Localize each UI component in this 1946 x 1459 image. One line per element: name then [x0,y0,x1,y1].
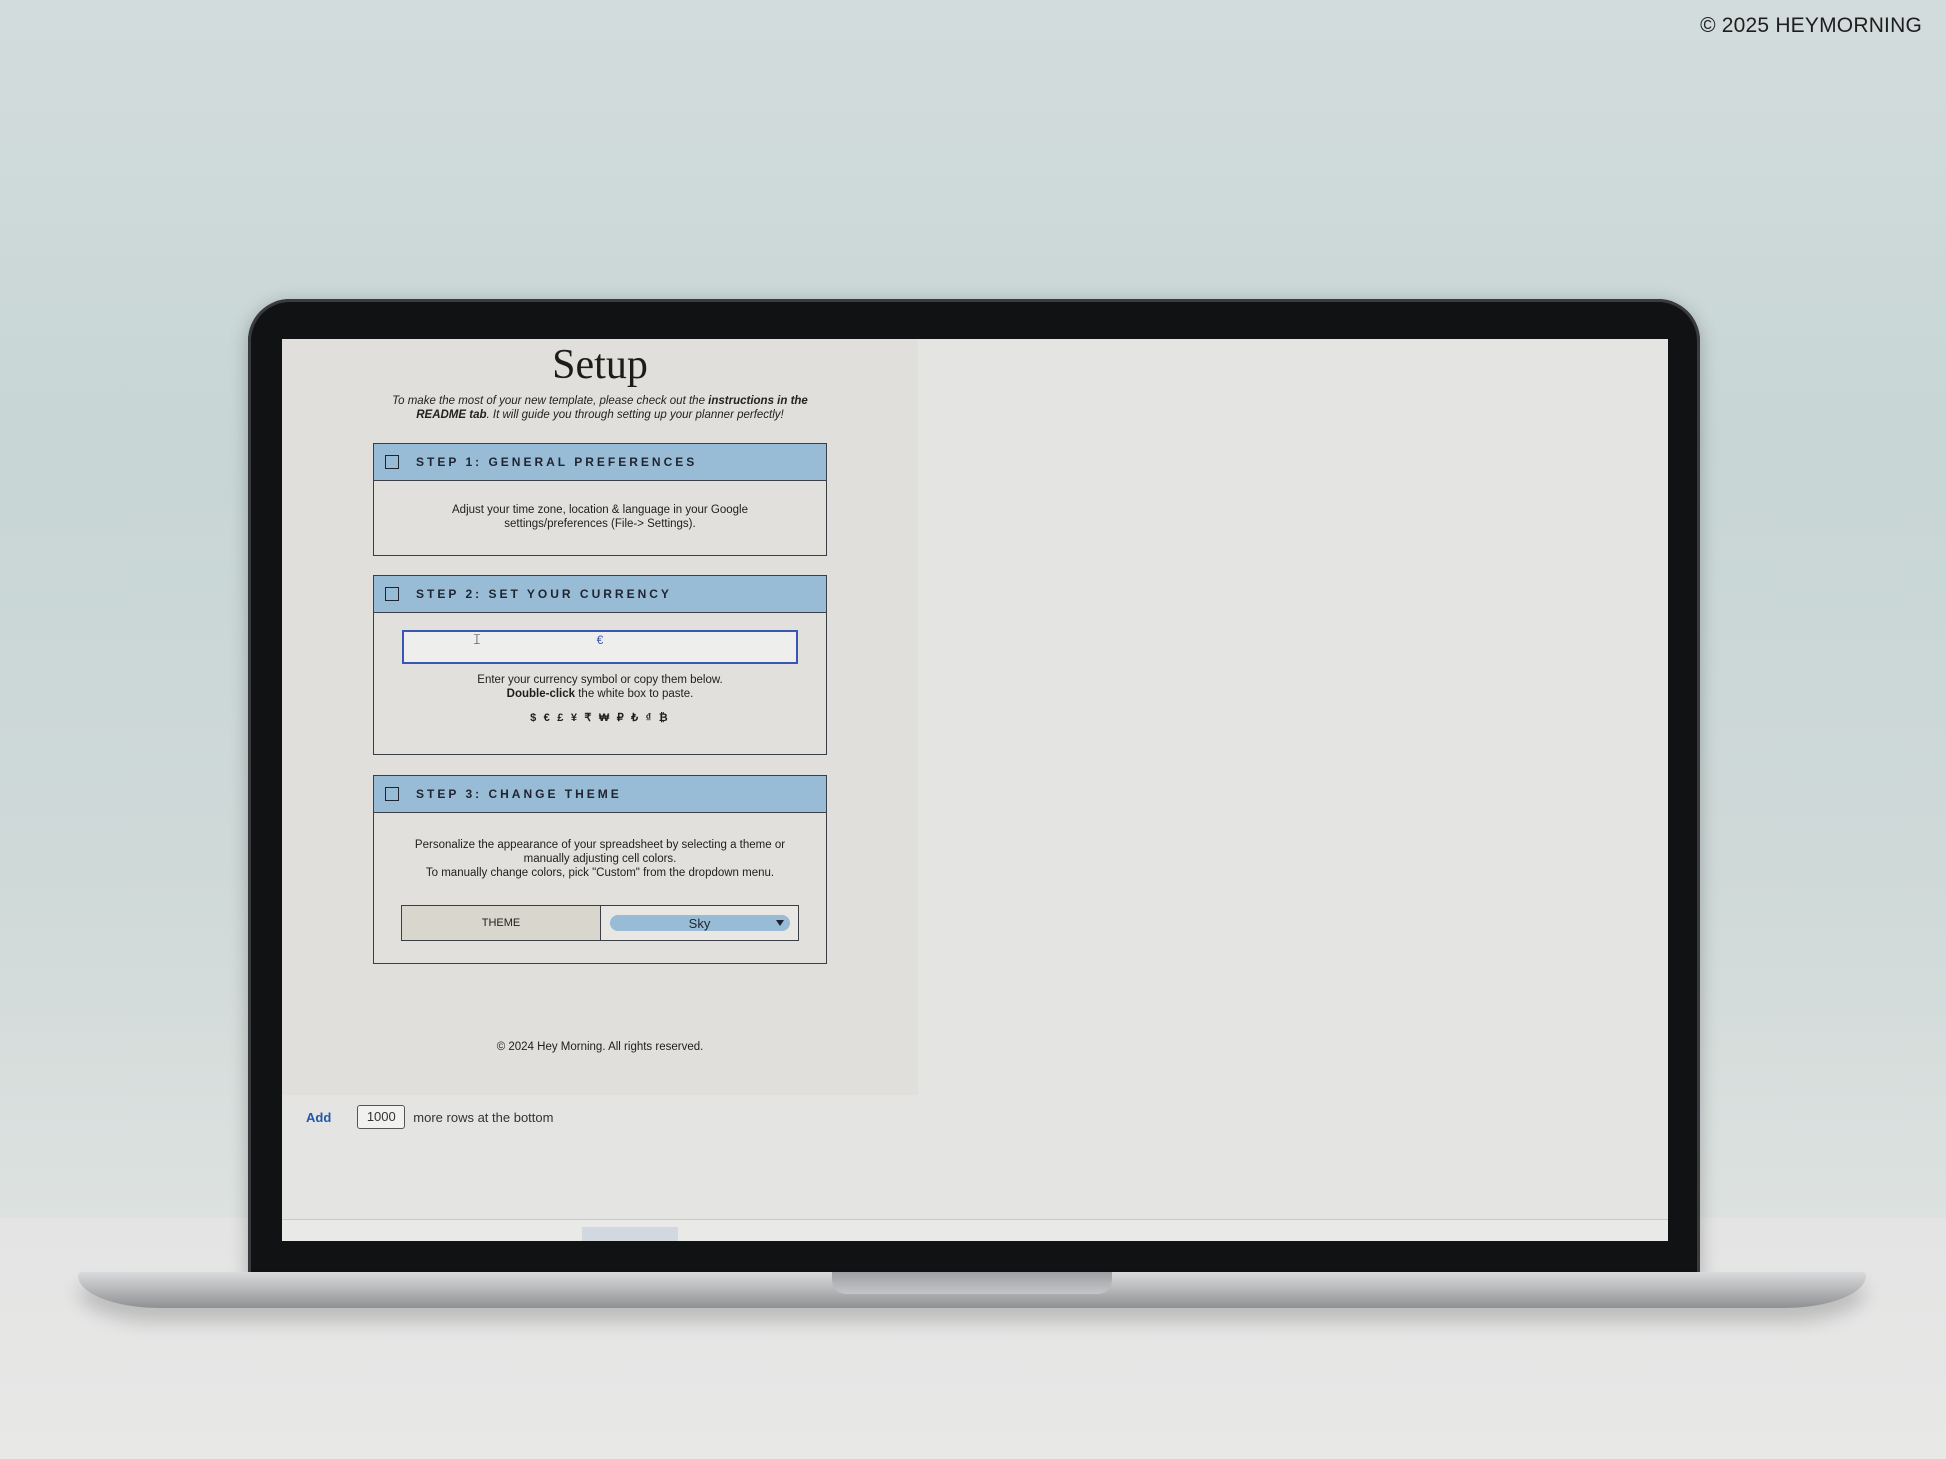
page-title: Setup [552,342,648,388]
theme-row: THEME Sky [401,905,799,941]
add-rows-button[interactable]: Add [306,1110,331,1125]
currency-symbols: $ € £ ¥ ₹ ₩ ₽ ₺ ₫ ₿ [530,712,670,724]
intro-prefix: To make the most of your new template, p… [392,395,709,407]
step3-text-line3: To manually change colors, pick "Custom"… [425,867,775,879]
sheet-copyright: © 2024 Hey Morning. All rights reserved. [496,1041,704,1053]
step1-text-line1: Adjust your time zone, location & langua… [452,504,748,516]
chevron-down-icon [775,920,784,926]
step-header: STEP 1: GENERAL PREFERENCES [374,444,826,481]
add-rows-suffix: more rows at the bottom [413,1109,554,1125]
currency-value: € [596,633,604,647]
step3-checkbox[interactable] [385,787,399,801]
step3-text-line2: manually adjusting cell colors. [523,853,677,865]
step-set-currency: STEP 2: SET YOUR CURRENCY 𝙸 € Enter your… [373,575,827,755]
sheet-tabs-bar [282,1219,1668,1241]
add-rows-bar: Add 1000 more rows at the bottom [306,1105,553,1129]
step2-text-rest: the white box to paste. [575,688,694,700]
step-header: STEP 3: CHANGE THEME [374,776,826,813]
step-body: Enter your currency symbol or copy them … [374,664,826,725]
step3-text-line1: Personalize the appearance of your sprea… [414,839,786,851]
step2-checkbox[interactable] [385,587,399,601]
theme-cell: Sky [601,906,798,940]
intro-text: To make the most of your new template, p… [372,394,828,422]
rows-count-input[interactable]: 1000 [357,1105,406,1129]
theme-value: Sky [688,915,711,931]
theme-label: THEME [402,906,601,940]
step-general-preferences: STEP 1: GENERAL PREFERENCES Adjust your … [373,443,827,556]
step-header: STEP 2: SET YOUR CURRENCY [374,576,826,613]
step1-text-line2: settings/preferences (File-> Settings). [504,518,696,530]
laptop-hinge [832,1272,1112,1294]
step-change-theme: STEP 3: CHANGE THEME Personalize the app… [373,775,827,964]
watermark: © 2025 HEYMORNING [1700,14,1922,37]
theme-dropdown[interactable]: Sky [609,915,790,931]
step2-bold: Double-click [506,688,576,700]
setup-panel: Setup To make the most of your new templ… [282,339,918,1095]
step-label: STEP 1: GENERAL PREFERENCES [416,455,698,469]
currency-input[interactable]: 𝙸 € [402,630,798,664]
sheet-tab[interactable] [582,1227,678,1241]
step-body: Personalize the appearance of your sprea… [374,813,826,880]
step1-checkbox[interactable] [385,455,399,469]
laptop-screen: Setup To make the most of your new templ… [282,339,1668,1241]
step-label: STEP 2: SET YOUR CURRENCY [416,587,672,601]
intro-suffix: . It will guide you through setting up y… [486,409,784,421]
step2-text-line2: Double-click the white box to paste. [374,687,826,701]
step2-text-line1: Enter your currency symbol or copy them … [477,674,723,686]
step-body: Adjust your time zone, location & langua… [374,481,826,531]
step-label: STEP 3: CHANGE THEME [416,787,622,801]
